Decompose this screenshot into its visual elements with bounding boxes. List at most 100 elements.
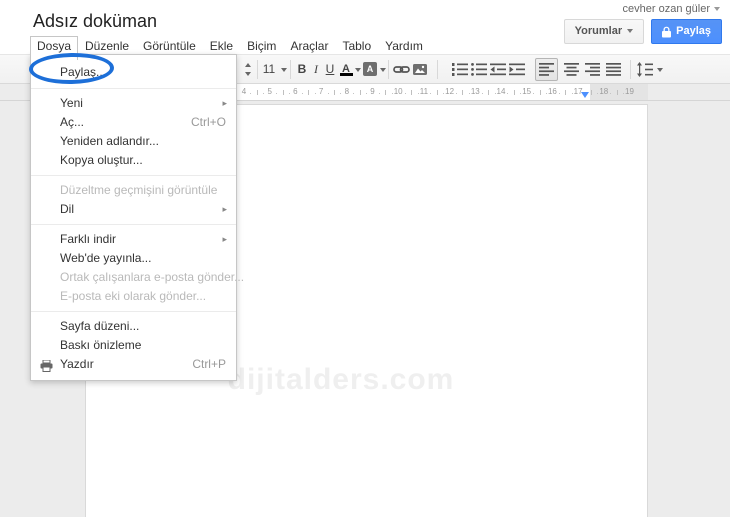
account-menu[interactable]: cevher ozan güler [623, 3, 720, 15]
ruler-tick [327, 93, 329, 94]
caret-down-icon[interactable] [657, 68, 663, 72]
ruler-tick [443, 93, 445, 94]
ruler-tick [481, 93, 483, 94]
submenu-arrow-icon: ▸ [222, 98, 227, 108]
ruler-tick [256, 90, 258, 95]
share-button-label: Paylaş [676, 25, 711, 37]
margin-marker-icon[interactable] [581, 92, 589, 98]
ruler-tick [610, 93, 612, 94]
align-left-button-selected[interactable] [535, 58, 558, 81]
ruler-tick [462, 90, 464, 95]
comments-button[interactable]: Yorumlar [563, 19, 645, 44]
menu-separator [31, 224, 236, 225]
lock-icon [662, 26, 672, 37]
ruler-number: 18 [599, 87, 609, 96]
ruler-tick [289, 93, 290, 94]
ruler-tick [282, 90, 284, 95]
insert-image-icon[interactable] [412, 62, 428, 82]
menu-item-baski-onizleme[interactable]: Baskı önizleme [31, 336, 236, 355]
ruler-tick [488, 90, 490, 95]
ruler-tick [513, 90, 515, 95]
ruler-number: 12 [445, 87, 455, 96]
document-title[interactable]: Adsız doküman [33, 10, 157, 32]
bold-button[interactable]: B [295, 59, 309, 80]
share-button[interactable]: Paylaş [651, 19, 722, 44]
ruler-tick [366, 93, 368, 94]
shortcut-label: Ctrl+P [192, 357, 226, 371]
ruler-tick [411, 90, 413, 95]
menu-item-farkli-indir[interactable]: Farklı indir ▸ [31, 230, 236, 249]
ruler-number: 15 [522, 87, 532, 96]
ruler-tick [565, 90, 567, 95]
google-docs-window: cevher ozan güler Adsız doküman Yorumlar… [0, 0, 730, 517]
ruler-number: 16 [547, 87, 557, 96]
caret-down-icon [627, 29, 634, 34]
ruler-tick [417, 93, 419, 94]
numbered-list-icon[interactable] [452, 62, 468, 82]
ruler-tick [546, 93, 547, 94]
file-menu-dropdown: Paylaş... Yeni ▸ Aç... Ctrl+O Yeniden ad… [30, 54, 244, 381]
account-name: cevher ozan güler [622, 3, 710, 15]
font-stepper-icon[interactable] [245, 63, 252, 76]
menubar-item-dosya[interactable]: Dosya [30, 36, 79, 60]
menu-separator [31, 88, 236, 89]
ruler-tick [263, 93, 265, 94]
ruler-tick [571, 93, 573, 94]
font-size-dropdown[interactable]: 11 [260, 59, 278, 80]
ruler-number: 13 [470, 87, 480, 96]
ruler-tick [456, 93, 457, 94]
insert-link-icon[interactable] [393, 62, 410, 82]
header-actions: Yorumlar Paylaş [563, 19, 722, 44]
ruler-number: 5 [267, 87, 272, 96]
increase-indent-icon[interactable] [509, 62, 525, 82]
caret-down-icon[interactable] [380, 68, 386, 72]
align-left-icon [539, 63, 554, 76]
decrease-indent-icon[interactable] [490, 62, 506, 82]
bulleted-list-icon[interactable] [471, 62, 487, 82]
ruler-tick [391, 93, 393, 94]
menu-item-paylas[interactable]: Paylaş... [31, 61, 236, 83]
ruler-number: 4 [241, 87, 247, 96]
menu-item-eposta-eki: E-posta eki olarak gönder... [60, 289, 207, 303]
ruler-number: 11 [419, 87, 429, 96]
menu-separator [31, 311, 236, 312]
menu-separator [31, 175, 236, 176]
menu-item-webde-yayinla[interactable]: Web'de yayınla... [31, 249, 236, 268]
ruler-tick [507, 93, 509, 94]
menu-item-duzeltme-gecmisi: Düzeltme geçmişini görüntüle [60, 183, 218, 197]
printer-icon [40, 359, 53, 378]
ruler-tick [430, 93, 432, 94]
highlight-color-button[interactable]: A [363, 62, 377, 76]
ruler-tick [340, 93, 342, 94]
ruler-tick [436, 90, 438, 95]
ruler-tick [520, 93, 522, 94]
caret-down-icon[interactable] [281, 68, 287, 72]
menu-item-kopya-olustur[interactable]: Kopya oluştur... [31, 151, 236, 170]
menu-item-ac[interactable]: Aç... Ctrl+O [31, 113, 236, 132]
justify-icon[interactable] [606, 62, 622, 82]
align-right-icon[interactable] [585, 62, 601, 82]
line-spacing-icon[interactable] [637, 62, 653, 82]
text-color-bar [340, 73, 353, 76]
comments-button-label: Yorumlar [574, 25, 623, 37]
menu-item-dil[interactable]: Dil ▸ [31, 200, 236, 219]
ruler-tick [558, 93, 560, 94]
menu-item-yeniden-adlandir[interactable]: Yeniden adlandır... [31, 132, 236, 151]
ruler-tick [385, 90, 387, 95]
caret-down-icon [714, 7, 720, 12]
ruler-number: 7 [318, 87, 324, 96]
ruler-tick [539, 90, 541, 95]
caret-down-icon[interactable] [355, 68, 361, 72]
ruler-tick [623, 93, 625, 94]
menu-item-yazdir[interactable]: Yazdır Ctrl+P [31, 355, 236, 374]
menu-item-yeni[interactable]: Yeni ▸ [31, 94, 236, 113]
menu-item-sayfa-duzeni[interactable]: Sayfa düzeni... [31, 317, 236, 336]
watermark: dijitalders.com [227, 363, 455, 396]
italic-button[interactable]: I [310, 59, 322, 80]
ruler-tick [250, 93, 252, 94]
text-color-button[interactable]: A [339, 59, 353, 80]
align-center-icon[interactable] [564, 62, 580, 82]
ruler-tick [616, 90, 618, 95]
ruler-number: 8 [344, 87, 350, 96]
underline-button[interactable]: U [323, 59, 337, 80]
